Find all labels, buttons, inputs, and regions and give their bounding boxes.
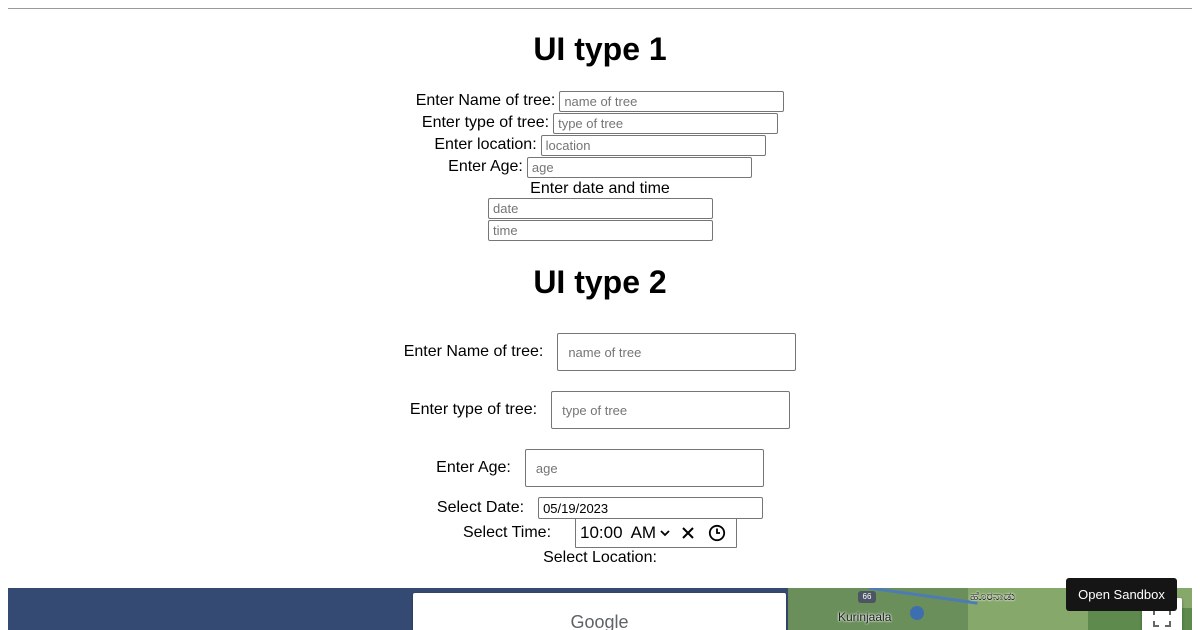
ui1-age-label: Enter Age:	[448, 158, 523, 175]
ui2-time-row: Select Time: 10:00 AM	[0, 518, 1200, 548]
ui1-time-input[interactable]	[488, 220, 713, 241]
ui2-type-label: Enter type of tree:	[409, 401, 538, 418]
ui1-title: UI type 1	[533, 31, 667, 67]
ui1-location-label: Enter location:	[434, 136, 537, 153]
ui2-location-label: Select Location:	[543, 549, 657, 566]
ui2-type-row: Enter type of tree:	[0, 391, 1200, 429]
road-number-badge: 66	[858, 591, 876, 603]
ui1-type-label: Enter type of tree:	[421, 114, 550, 131]
chevron-down-icon[interactable]	[658, 526, 672, 540]
ui2-age-input[interactable]	[524, 449, 764, 487]
ui1-name-label: Enter Name of tree:	[415, 92, 556, 109]
ui2-date-row: Select Date: 05/19/2023	[0, 497, 1200, 519]
fullscreen-icon	[1153, 609, 1171, 627]
ui2-name-input[interactable]	[557, 333, 797, 371]
ui2-name-label: Enter Name of tree:	[403, 343, 544, 360]
ui1-location-row: Enter location:	[0, 134, 1200, 156]
ui1-datetime-label: Enter date and time	[530, 180, 670, 197]
ui2-title: UI type 2	[533, 264, 667, 300]
open-sandbox-button[interactable]: Open Sandbox	[1066, 578, 1177, 611]
ui2-date-input[interactable]: 05/19/2023	[538, 497, 764, 519]
ui2-name-row: Enter Name of tree:	[0, 333, 1200, 371]
ui1-date-input[interactable]	[488, 198, 713, 219]
ui1-type-row: Enter type of tree:	[0, 112, 1200, 134]
ui1-name-row: Enter Name of tree:	[0, 90, 1200, 112]
ui1-type-input[interactable]	[553, 112, 779, 134]
ui2-type-input[interactable]	[551, 391, 791, 429]
map-place-label: Kurinjaala	[838, 610, 892, 624]
ui1-age-input[interactable]	[526, 156, 752, 178]
time-period[interactable]: AM	[631, 523, 657, 543]
ui2-time-label: Select Time:	[462, 524, 552, 541]
ui1-name-input[interactable]	[559, 90, 785, 112]
ui2-time-input[interactable]: 10:00 AM	[575, 518, 738, 548]
top-divider	[8, 8, 1192, 9]
google-logo: Google	[570, 612, 629, 630]
time-value[interactable]: 10:00	[580, 523, 623, 543]
map-lake	[910, 606, 924, 620]
map-error-dialog: Google	[413, 593, 786, 630]
clock-icon[interactable]	[708, 524, 726, 542]
map[interactable]: 66 Kurinjaala ಹೊರನಾಡು Google	[8, 588, 1192, 630]
ui2-age-label: Enter Age:	[436, 459, 511, 476]
ui2-age-row: Enter Age:	[0, 449, 1200, 487]
clear-icon[interactable]	[680, 525, 696, 541]
ui1-location-input[interactable]	[540, 134, 766, 156]
map-place-label: ಹೊರನಾಡು	[970, 589, 1016, 603]
ui2-date-label: Select Date:	[436, 499, 525, 516]
ui1-age-row: Enter Age:	[0, 156, 1200, 178]
